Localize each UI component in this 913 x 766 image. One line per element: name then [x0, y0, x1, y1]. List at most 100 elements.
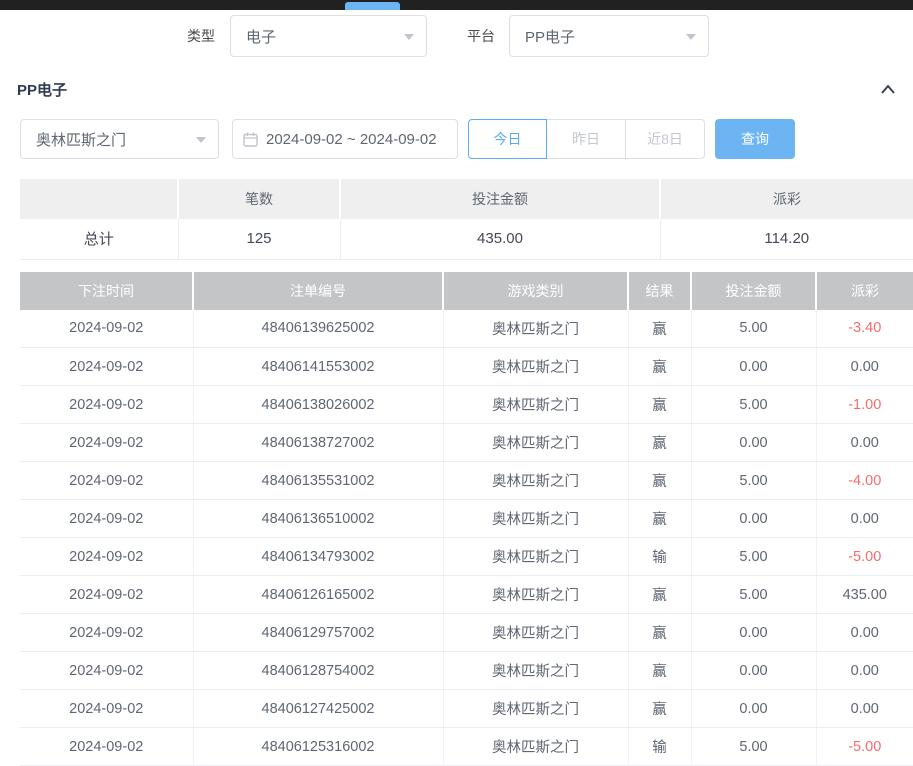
result-cell: 赢 — [628, 690, 691, 728]
game-cell: 奥林匹斯之门 — [443, 652, 628, 690]
section-header: PP电子 — [0, 79, 913, 99]
chevron-down-icon — [196, 137, 206, 143]
game-cell: 奥林匹斯之门 — [443, 728, 628, 766]
bet-time-cell: 2024-09-02 — [20, 462, 193, 500]
calendar-icon — [243, 132, 258, 147]
game-cell: 奥林匹斯之门 — [443, 348, 628, 386]
result-cell: 输 — [628, 728, 691, 766]
query-controls: 奥林匹斯之门 2024-09-02 ~ 2024-09-02 今日 昨日 近8日… — [0, 119, 913, 159]
table-row: 2024-09-02 48406138727002 奥林匹斯之门 赢 0.00 … — [20, 424, 913, 462]
game-cell: 奥林匹斯之门 — [443, 310, 628, 348]
chevron-up-icon — [881, 85, 895, 94]
table-row: 2024-09-02 48406125316002 奥林匹斯之门 输 5.00 … — [20, 728, 913, 766]
payout-cell: 435.00 — [816, 576, 913, 614]
game-cell: 奥林匹斯之门 — [443, 424, 628, 462]
game-cell: 奥林匹斯之门 — [443, 690, 628, 728]
result-cell: 赢 — [628, 652, 691, 690]
platform-select-value: PP电子 — [525, 26, 575, 47]
summary-total-label: 总计 — [20, 219, 178, 259]
summary-header-count: 笔数 — [178, 179, 340, 219]
records-table: 下注时间 注单编号 游戏类别 结果 投注金额 派彩 2024-09-02 484… — [20, 272, 913, 766]
summary-table: 笔数 投注金额 派彩 总计 125 435.00 114.20 — [20, 179, 913, 260]
summary-header-bet-amount: 投注金额 — [340, 179, 660, 219]
bet-amount-cell: 5.00 — [691, 538, 816, 576]
bet-time-cell: 2024-09-02 — [20, 500, 193, 538]
game-select-value: 奥林匹斯之门 — [36, 129, 126, 150]
payout-cell: -5.00 — [816, 538, 913, 576]
order-no-cell: 48406127425002 — [193, 690, 443, 728]
bet-amount-cell: 5.00 — [691, 576, 816, 614]
platform-select[interactable]: PP电子 — [509, 15, 709, 57]
table-row: 2024-09-02 48406129757002 奥林匹斯之门 赢 0.00 … — [20, 614, 913, 652]
result-cell: 赢 — [628, 310, 691, 348]
chevron-down-icon — [686, 34, 696, 40]
date-shortcut-group: 今日 昨日 近8日 — [468, 119, 705, 159]
order-no-cell: 48406128754002 — [193, 652, 443, 690]
table-row: 2024-09-02 48406138026002 奥林匹斯之门 赢 5.00 … — [20, 386, 913, 424]
result-cell: 赢 — [628, 462, 691, 500]
yesterday-button[interactable]: 昨日 — [547, 119, 626, 159]
today-button[interactable]: 今日 — [468, 119, 547, 159]
result-cell: 赢 — [628, 614, 691, 652]
collapse-section-button[interactable] — [879, 80, 897, 98]
order-no-cell: 48406136510002 — [193, 500, 443, 538]
bet-amount-cell: 0.00 — [691, 690, 816, 728]
records-header-result: 结果 — [628, 272, 691, 310]
bet-amount-cell: 5.00 — [691, 310, 816, 348]
game-cell: 奥林匹斯之门 — [443, 386, 628, 424]
bet-time-cell: 2024-09-02 — [20, 348, 193, 386]
date-range-value: 2024-09-02 ~ 2024-09-02 — [266, 131, 437, 148]
order-no-cell: 48406129757002 — [193, 614, 443, 652]
table-row: 2024-09-02 48406141553002 奥林匹斯之门 赢 0.00 … — [20, 348, 913, 386]
game-cell: 奥林匹斯之门 — [443, 500, 628, 538]
payout-cell: 0.00 — [816, 614, 913, 652]
bet-time-cell: 2024-09-02 — [20, 690, 193, 728]
result-cell: 赢 — [628, 348, 691, 386]
records-header-game: 游戏类别 — [443, 272, 628, 310]
table-row: 2024-09-02 48406135531002 奥林匹斯之门 赢 5.00 … — [20, 462, 913, 500]
last-8-days-button[interactable]: 近8日 — [626, 119, 705, 159]
summary-count-value: 125 — [178, 219, 340, 259]
summary-payout-value: 114.20 — [660, 219, 913, 259]
payout-cell: 0.00 — [816, 652, 913, 690]
table-row: 2024-09-02 48406126165002 奥林匹斯之门 赢 5.00 … — [20, 576, 913, 614]
records-header-order-no: 注单编号 — [193, 272, 443, 310]
bet-time-cell: 2024-09-02 — [20, 386, 193, 424]
payout-cell: -1.00 — [816, 386, 913, 424]
chevron-down-icon — [404, 34, 414, 40]
order-no-cell: 48406138026002 — [193, 386, 443, 424]
bet-time-cell: 2024-09-02 — [20, 424, 193, 462]
order-no-cell: 48406135531002 — [193, 462, 443, 500]
bet-amount-cell: 0.00 — [691, 348, 816, 386]
betting-records-page: { "topbar": { "accent_color": "#6db4f5" … — [0, 0, 913, 743]
bet-amount-cell: 0.00 — [691, 500, 816, 538]
result-cell: 赢 — [628, 576, 691, 614]
type-select[interactable]: 电子 — [230, 15, 427, 57]
table-row: 2024-09-02 48406128754002 奥林匹斯之门 赢 0.00 … — [20, 652, 913, 690]
bet-time-cell: 2024-09-02 — [20, 310, 193, 348]
type-select-value: 电子 — [246, 26, 276, 47]
order-no-cell: 48406134793002 — [193, 538, 443, 576]
date-range-input[interactable]: 2024-09-02 ~ 2024-09-02 — [232, 119, 458, 159]
result-cell: 赢 — [628, 386, 691, 424]
game-cell: 奥林匹斯之门 — [443, 462, 628, 500]
records-body: 2024-09-02 48406139625002 奥林匹斯之门 赢 5.00 … — [20, 310, 913, 766]
payout-cell: 0.00 — [816, 690, 913, 728]
active-tab-indicator[interactable] — [345, 2, 400, 10]
order-no-cell: 48406126165002 — [193, 576, 443, 614]
bet-amount-cell: 0.00 — [691, 424, 816, 462]
table-row: 2024-09-02 48406136510002 奥林匹斯之门 赢 0.00 … — [20, 500, 913, 538]
summary-header-empty — [20, 179, 178, 219]
bet-amount-cell: 0.00 — [691, 652, 816, 690]
summary-header-row: 笔数 投注金额 派彩 — [20, 179, 913, 219]
table-row: 2024-09-02 48406134793002 奥林匹斯之门 输 5.00 … — [20, 538, 913, 576]
result-cell: 赢 — [628, 424, 691, 462]
result-cell: 赢 — [628, 500, 691, 538]
summary-bet-amount-value: 435.00 — [340, 219, 660, 259]
query-button[interactable]: 查询 — [715, 119, 795, 159]
game-select[interactable]: 奥林匹斯之门 — [20, 119, 219, 159]
table-row: 2024-09-02 48406127425002 奥林匹斯之门 赢 0.00 … — [20, 690, 913, 728]
order-no-cell: 48406125316002 — [193, 728, 443, 766]
platform-label: 平台 — [467, 26, 495, 46]
summary-total-row: 总计 125 435.00 114.20 — [20, 219, 913, 259]
